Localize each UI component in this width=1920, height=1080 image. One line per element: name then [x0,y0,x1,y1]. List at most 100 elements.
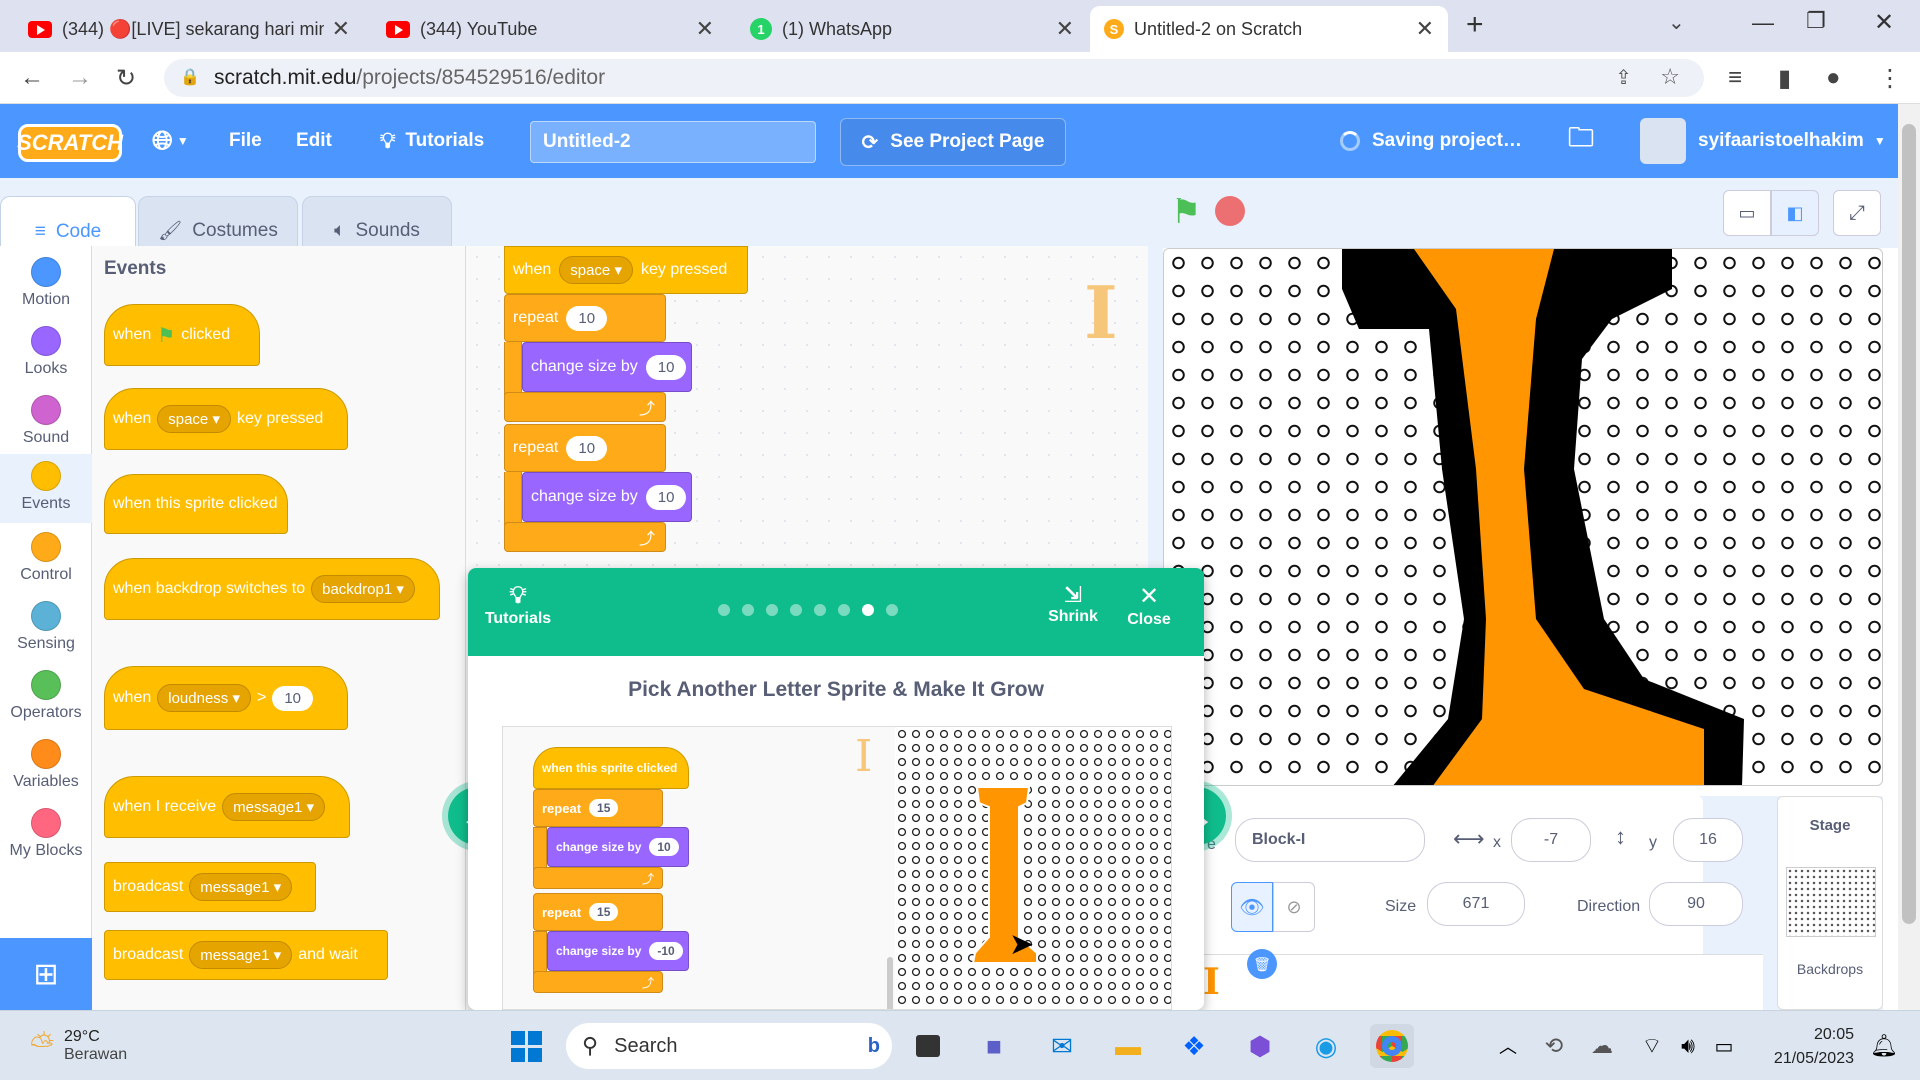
forward-icon[interactable]: → [68,64,92,92]
progress-dot[interactable] [766,604,778,616]
category-events[interactable]: Events [0,454,92,523]
block-when-loudness[interactable]: when loudness ▾ >10 [104,666,348,730]
back-icon[interactable]: ← [20,64,44,92]
category-sensing[interactable]: Sensing [0,594,92,663]
bookmark-star-icon[interactable]: ☆ [1660,64,1680,90]
stage-selector[interactable]: Stage Backdrops [1777,796,1883,1010]
category-looks[interactable]: Looks [0,319,92,388]
show-visible-button[interactable]: 👁︎ [1231,882,1273,932]
browser-tab[interactable]: (344) YouTube ✕ [372,6,728,52]
script-change-size-1[interactable]: change size by 10 [522,342,692,392]
browser-menu-icon[interactable]: ⋮ [1878,64,1902,93]
browser-tab[interactable]: 1 (1) WhatsApp ✕ [736,6,1088,52]
message-dropdown[interactable]: message1 ▾ [222,793,326,821]
repeat-count-input[interactable]: 10 [566,305,608,331]
message-dropdown[interactable]: message1 ▾ [189,941,293,969]
category-variables[interactable]: Variables [0,732,92,801]
sync-icon[interactable]: ⟲ [1532,1024,1576,1068]
task-view-icon[interactable] [906,1024,950,1068]
close-tab-icon[interactable]: ✕ [1416,16,1434,42]
close-tab-icon[interactable]: ✕ [696,16,714,42]
address-bar[interactable]: 🔒 scratch.mit.edu/projects/854529516/edi… [164,59,1704,97]
minimize-button[interactable]: — [1752,10,1774,36]
sprite-thumbnail[interactable]: I [1203,961,1251,1011]
block-i-sprite[interactable] [1164,249,1883,786]
block-when-backdrop-switches[interactable]: when backdrop switches to backdrop1 ▾ [104,558,440,620]
onedrive-icon[interactable]: ☁ [1580,1024,1624,1068]
close-tab-icon[interactable]: ✕ [1056,16,1074,42]
direction-input[interactable]: 90 [1649,882,1743,926]
my-stuff-folder-icon[interactable]: 🗀︎ [1568,104,1594,178]
stage-canvas[interactable] [1163,248,1883,786]
language-menu[interactable]: 🌐︎ ▼ [152,104,189,178]
edge-icon[interactable]: ◉ [1304,1024,1348,1068]
show-hidden-icons[interactable]: ︿ [1486,1024,1530,1068]
teams-chat-icon[interactable]: ■ [972,1024,1016,1068]
progress-dot[interactable] [742,604,754,616]
close-tab-icon[interactable]: ✕ [332,16,350,42]
sprite-name-input[interactable]: Block-I [1235,818,1425,862]
shrink-button[interactable]: ⇲ Shrink [1038,582,1108,626]
weather-widget[interactable]: ⛅︎ 29°C Berawan [30,1021,127,1071]
reload-icon[interactable]: ↻ [116,64,136,93]
restore-button[interactable]: ❐ [1806,8,1826,34]
y-input[interactable]: 16 [1673,818,1743,862]
browser-tab[interactable]: (344) 🔴[LIVE] sekarang hari min ✕ [14,6,364,52]
message-dropdown[interactable]: message1 ▾ [189,873,293,901]
repeat-count-input[interactable]: 10 [566,435,608,461]
fullscreen-button[interactable]: ⤢ [1833,190,1881,236]
category-my-blocks[interactable]: My Blocks [0,801,92,870]
small-stage-button[interactable]: ▭ [1723,190,1771,236]
mail-icon[interactable]: ✉ [1040,1024,1084,1068]
notification-bell-icon[interactable]: 🔔︎ [1862,1024,1906,1068]
tutorials-menu[interactable]: 💡︎ Tutorials [380,104,484,178]
progress-dot[interactable] [718,604,730,616]
add-extension-button[interactable]: ⊞ [0,938,92,1010]
profile-icon[interactable]: ● [1826,64,1841,92]
battery-icon[interactable]: ▭ [1702,1024,1746,1068]
taskbar-search[interactable]: ⚲ Search b [566,1023,892,1069]
tutorials-button[interactable]: 💡︎ Tutorials [478,582,558,628]
see-project-page-button[interactable]: ⟳ See Project Page [840,118,1066,166]
edit-menu[interactable]: Edit [296,104,332,178]
block-when-sprite-clicked[interactable]: when this sprite clicked [104,474,288,534]
block-when-key-pressed[interactable]: when space ▾ key pressed [104,388,348,450]
key-dropdown[interactable]: space ▾ [559,256,633,284]
close-window-button[interactable]: ✕ [1874,8,1894,37]
side-panel-icon[interactable]: ▮ [1778,64,1791,93]
clock[interactable]: 20:05 21/05/2023 [1754,1023,1854,1071]
copilot-icon[interactable]: ⬢ [1238,1024,1282,1068]
block-when-i-receive[interactable]: when I receive message1 ▾ [104,776,350,838]
stop-button[interactable] [1215,196,1245,226]
dropbox-icon[interactable]: ❖ [1172,1024,1216,1068]
show-hidden-button[interactable]: ⊘ [1273,882,1315,932]
category-sound[interactable]: Sound [0,388,92,457]
size-change-input[interactable]: 10 [645,354,687,380]
block-broadcast[interactable]: broadcast message1 ▾ [104,862,316,912]
file-menu[interactable]: File [229,104,262,178]
normal-stage-button[interactable]: ◧ [1771,190,1819,236]
windows-start-icon[interactable] [504,1024,548,1068]
block-when-flag-clicked[interactable]: when ⚑ clicked [104,304,260,366]
category-operators[interactable]: Operators [0,663,92,732]
browser-tab-active[interactable]: S Untitled-2 on Scratch ✕ [1090,6,1448,52]
tab-search-icon[interactable]: ⌄ [1668,10,1685,35]
file-explorer-icon[interactable]: ▬ [1106,1024,1150,1068]
key-dropdown[interactable]: space ▾ [157,405,231,433]
progress-dot[interactable] [814,604,826,616]
sensor-dropdown[interactable]: loudness ▾ [157,684,251,712]
size-input[interactable]: 671 [1427,882,1525,926]
block-broadcast-and-wait[interactable]: broadcast message1 ▾ and wait [104,930,388,980]
chrome-icon[interactable] [1370,1024,1414,1068]
category-control[interactable]: Control [0,525,92,594]
progress-dot[interactable] [886,604,898,616]
threshold-input[interactable]: 10 [272,685,314,711]
media-control-icon[interactable]: ≡ [1728,64,1742,92]
script-when-key-pressed[interactable]: when space ▾ key pressed [504,246,748,294]
script-repeat-1[interactable]: repeat 10 [504,294,666,342]
delete-sprite-icon[interactable]: 🗑︎ [1247,949,1277,979]
backdrop-dropdown[interactable]: backdrop1 ▾ [311,575,415,603]
project-title-input[interactable]: Untitled-2 [530,121,816,163]
progress-dot[interactable] [838,604,850,616]
new-tab-button[interactable]: + [1466,8,1484,42]
